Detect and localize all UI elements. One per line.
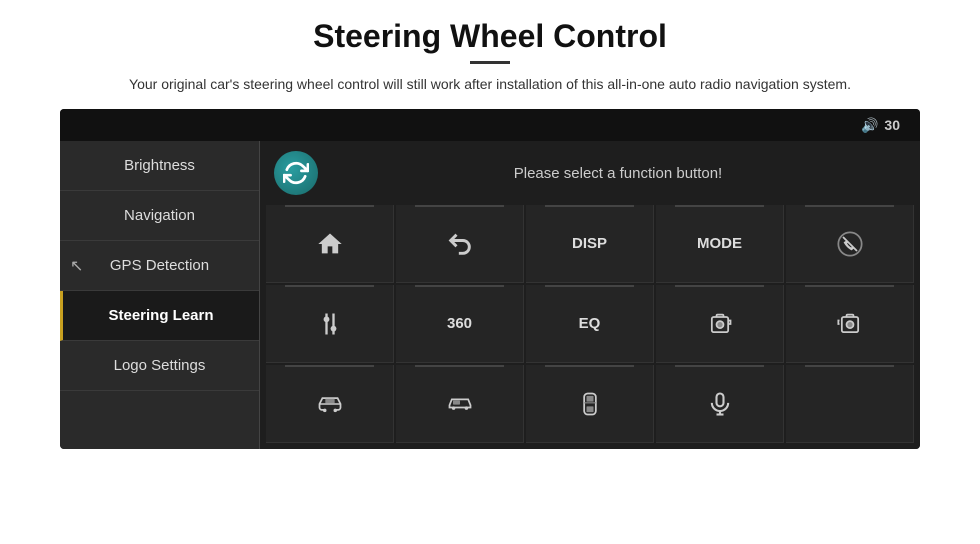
- select-prompt: Please select a function button!: [330, 165, 906, 182]
- car-side-icon: [446, 390, 474, 418]
- sidebar-item-navigation[interactable]: Navigation: [60, 191, 259, 241]
- car-screen: 🔊 30 Brightness Navigation GPS Detection…: [60, 109, 920, 449]
- volume-icon: 🔊: [861, 117, 878, 134]
- func-btn-disp[interactable]: DISP: [526, 205, 654, 283]
- screen-body: Brightness Navigation GPS Detection ↖ St…: [60, 141, 920, 449]
- camera2-icon: [836, 310, 864, 338]
- sidebar-item-logo-settings[interactable]: Logo Settings: [60, 341, 259, 391]
- func-btn-empty: [786, 365, 914, 443]
- car-top-icon: [576, 390, 604, 418]
- func-btn-car-top[interactable]: [526, 365, 654, 443]
- sidebar-item-steering-learn[interactable]: Steering Learn: [60, 291, 259, 341]
- func-btn-tune[interactable]: [266, 285, 394, 363]
- sidebar-label-gps: GPS Detection: [110, 257, 209, 274]
- func-btn-360[interactable]: 360: [396, 285, 524, 363]
- phone-off-icon: [836, 230, 864, 258]
- content-header: Please select a function button!: [266, 147, 914, 199]
- sidebar-item-brightness[interactable]: Brightness: [60, 141, 259, 191]
- main-content: Please select a function button!: [260, 141, 920, 449]
- eq-label: EQ: [579, 315, 601, 332]
- mic-icon: [706, 390, 734, 418]
- disp-label: DISP: [572, 235, 607, 252]
- page-subtitle: Your original car's steering wheel contr…: [129, 74, 851, 95]
- refresh-icon: [283, 160, 309, 186]
- volume-number: 30: [884, 117, 900, 133]
- func-btn-back[interactable]: [396, 205, 524, 283]
- tune-icon: [316, 310, 344, 338]
- page-title: Steering Wheel Control: [313, 18, 667, 55]
- title-divider: [470, 61, 510, 64]
- camera1-icon: [706, 310, 734, 338]
- sidebar-label-brightness: Brightness: [124, 157, 195, 174]
- sidebar-item-gps-detection[interactable]: GPS Detection ↖: [60, 241, 259, 291]
- func-btn-camera1[interactable]: [656, 285, 784, 363]
- sidebar-label-logo: Logo Settings: [114, 357, 206, 374]
- refresh-button[interactable]: [274, 151, 318, 195]
- func-btn-mode[interactable]: MODE: [656, 205, 784, 283]
- func-btn-car-front[interactable]: [266, 365, 394, 443]
- func-btn-car-side[interactable]: [396, 365, 524, 443]
- func-btn-mic[interactable]: [656, 365, 784, 443]
- mode-label: MODE: [697, 235, 742, 252]
- func-btn-home[interactable]: [266, 205, 394, 283]
- sidebar-label-steering: Steering Learn: [108, 307, 213, 324]
- home-icon: [316, 230, 344, 258]
- func-btn-eq[interactable]: EQ: [526, 285, 654, 363]
- car-front-icon: [316, 390, 344, 418]
- back-icon: [446, 230, 474, 258]
- 360-label: 360: [447, 315, 472, 332]
- sidebar: Brightness Navigation GPS Detection ↖ St…: [60, 141, 260, 449]
- function-buttons-grid: DISP MODE: [266, 205, 914, 443]
- func-btn-camera2[interactable]: [786, 285, 914, 363]
- cursor-icon: ↖: [70, 256, 83, 276]
- screen-topbar: 🔊 30: [60, 109, 920, 141]
- func-btn-phone-off[interactable]: [786, 205, 914, 283]
- sidebar-label-navigation: Navigation: [124, 207, 195, 224]
- page-wrapper: Steering Wheel Control Your original car…: [0, 0, 980, 544]
